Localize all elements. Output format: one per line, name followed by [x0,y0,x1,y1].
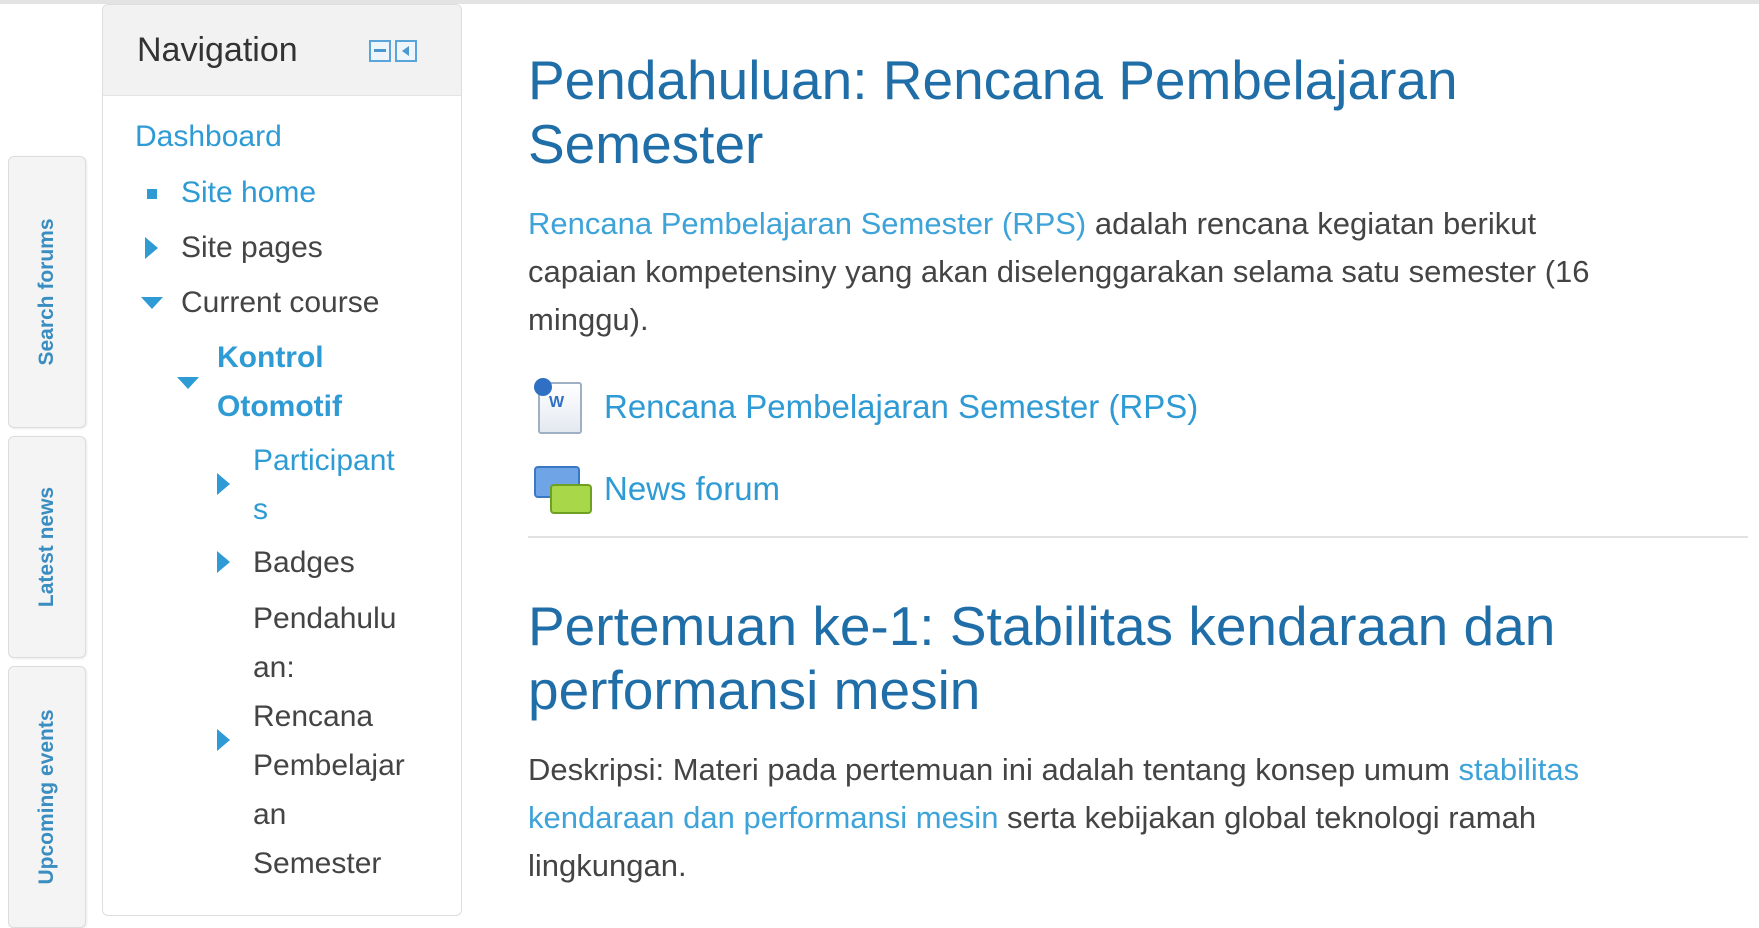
rps-inline-link[interactable]: Rencana Pembelajaran Semester (RPS) [528,206,1086,241]
navigation-block: Navigation Dashboard Site home Site page… [102,4,462,916]
activity-rps-file[interactable]: Rencana Pembelajaran Semester (RPS) [528,378,1228,438]
dock-tab-label: Upcoming events [35,709,58,885]
nav-section-line4[interactable]: Pembelajar [253,742,405,790]
summary-text: capaian kompetensiny yang akan diselengg… [528,254,1590,289]
word-document-icon [534,378,582,434]
bullet-icon [147,189,157,199]
nav-course-name-line2[interactable]: Otomotif [217,383,342,431]
dock-tab-label: Latest news [35,486,58,608]
nav-section-line5[interactable]: an [253,791,286,839]
expand-icon[interactable] [217,473,230,495]
nav-section-line1[interactable]: Pendahulu [253,595,396,643]
section-title: Pendahuluan: Rencana Pembelajaran Semest… [528,48,1728,176]
summary-text: Deskripsi: Materi pada pertemuan ini ada… [528,752,1459,787]
expand-icon[interactable] [217,551,230,573]
nav-site-pages[interactable]: Site pages [181,224,323,272]
nav-site-home[interactable]: Site home [181,169,316,217]
activity-label[interactable]: News forum [604,470,780,508]
minimize-block-icon[interactable] [369,40,391,62]
nav-badges[interactable]: Badges [253,539,355,587]
expand-icon[interactable] [217,729,230,751]
navigation-header: Navigation [103,5,461,96]
nav-dashboard[interactable]: Dashboard [135,113,282,161]
summary-text: serta kebijakan global teknologi ramah [998,800,1537,835]
section-title-line2: performansi mesin [528,659,981,721]
section-summary: Deskripsi: Materi pada pertemuan ini ada… [528,746,1728,890]
activity-label[interactable]: Rencana Pembelajaran Semester (RPS) [604,388,1198,426]
nav-course-name-line1[interactable]: Kontrol [217,334,324,382]
summary-text: minggu). [528,302,649,337]
activity-news-forum[interactable]: News forum [528,460,928,520]
forum-icon [534,466,592,516]
section-title: Pertemuan ke-1: Stabilitas kendaraan dan… [528,594,1728,722]
dock-tab-latest-news[interactable]: Latest news [8,436,86,658]
collapse-icon[interactable] [141,297,163,309]
nav-participants-line2[interactable]: s [253,486,268,534]
summary-text: adalah rencana kegiatan berikut [1086,206,1537,241]
section-divider [528,536,1748,538]
nav-current-course[interactable]: Current course [181,279,379,327]
nav-participants-line1[interactable]: Participant [253,437,395,485]
dock-tab-search-forums[interactable]: Search forums [8,156,86,428]
dock-tab-upcoming-events[interactable]: Upcoming events [8,666,86,928]
expand-icon[interactable] [145,237,158,259]
nav-section-line2[interactable]: an: [253,644,295,692]
section-title-line2: Semester [528,113,764,175]
navigation-title: Navigation [137,31,298,69]
dock-block-icon[interactable] [395,40,417,62]
summary-text: lingkungan. [528,848,687,883]
nav-section-line3[interactable]: Rencana [253,693,373,741]
dock-tab-label: Search forums [35,218,58,366]
section-title-line1: Pertemuan ke-1: Stabilitas kendaraan dan [528,595,1556,657]
section-title-line1: Pendahuluan: Rencana Pembelajaran [528,49,1458,111]
nav-section-line6[interactable]: Semester [253,840,381,888]
stabilitas-link-continued[interactable]: kendaraan dan performansi mesin [528,800,998,835]
section-summary: Rencana Pembelajaran Semester (RPS) adal… [528,200,1728,344]
collapse-icon[interactable] [177,377,199,389]
stabilitas-link[interactable]: stabilitas [1459,752,1580,787]
